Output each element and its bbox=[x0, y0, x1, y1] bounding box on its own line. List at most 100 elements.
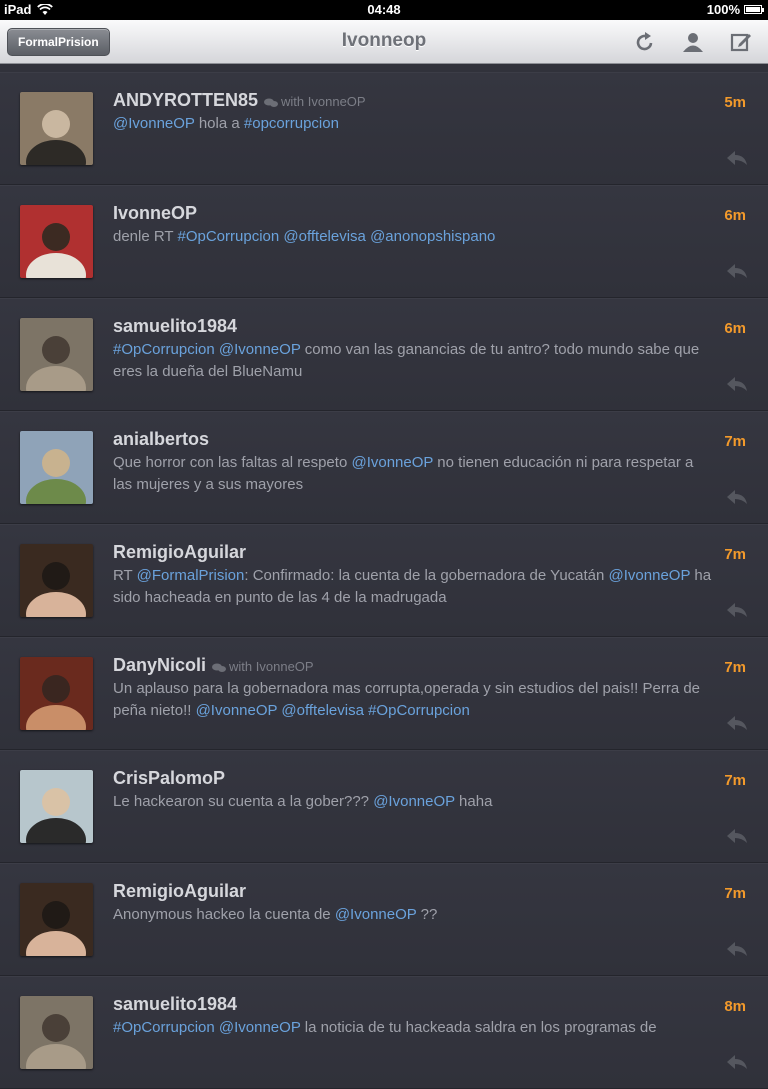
mention-link[interactable]: @IvonneOP bbox=[219, 341, 301, 358]
tweet-row[interactable]: ANDYROTTEN85 with IvonneOP 5m @IvonneOP h… bbox=[0, 72, 768, 185]
tweet-text: Que horror con las faltas al respeto @Iv… bbox=[113, 452, 713, 496]
tweet-timeline: ANDYROTTEN85 with IvonneOP 5m @IvonneOP h… bbox=[0, 72, 768, 1089]
conversation-label[interactable]: with IvonneOP bbox=[264, 94, 366, 109]
tweet-text-fragment: denle RT bbox=[113, 228, 178, 245]
mention-link[interactable]: @IvonneOP bbox=[219, 1019, 301, 1036]
username[interactable]: RemigioAguilar bbox=[113, 542, 246, 563]
timestamp: 7m bbox=[724, 885, 746, 902]
reply-icon[interactable] bbox=[726, 941, 748, 957]
mention-link[interactable]: #opcorrupcion bbox=[244, 115, 339, 132]
avatar[interactable] bbox=[20, 318, 93, 391]
reply-icon[interactable] bbox=[726, 150, 748, 166]
tweet-text: Anonymous hackeo la cuenta de @IvonneOP … bbox=[113, 904, 713, 926]
tweet-text-fragment: RT bbox=[113, 567, 137, 584]
navigation-bar: FormalPrision Ivonneop bbox=[0, 20, 768, 64]
timestamp: 7m bbox=[724, 546, 746, 563]
mention-link[interactable]: @IvonneOP bbox=[609, 567, 691, 584]
reply-icon[interactable] bbox=[726, 1054, 748, 1070]
conversation-icon bbox=[212, 663, 227, 672]
mention-link[interactable]: @IvonneOP bbox=[335, 906, 417, 923]
tweet-row[interactable]: IvonneOP 6m denle RT #OpCorrupcion @offt… bbox=[0, 185, 768, 298]
reply-icon[interactable] bbox=[726, 263, 748, 279]
timestamp: 8m bbox=[724, 998, 746, 1015]
tweet-text-fragment: Le hackearon su cuenta a la gober??? bbox=[113, 793, 374, 810]
tweet-row[interactable]: DanyNicoli with IvonneOP 7m Un aplauso pa… bbox=[0, 637, 768, 750]
tweet-text: denle RT #OpCorrupcion @offtelevisa @ano… bbox=[113, 226, 713, 248]
refresh-icon[interactable] bbox=[632, 30, 658, 54]
battery-icon bbox=[744, 5, 764, 14]
tweet-row[interactable]: CrisPalomoP 7m Le hackearon su cuenta a … bbox=[0, 750, 768, 863]
tweet-text-fragment: la noticia de tu hackeada saldra en los … bbox=[300, 1019, 657, 1036]
username[interactable]: anialbertos bbox=[113, 429, 209, 450]
reply-icon[interactable] bbox=[726, 828, 748, 844]
reply-icon[interactable] bbox=[726, 715, 748, 731]
tweet-row[interactable]: anialbertos 7m Que horror con las faltas… bbox=[0, 411, 768, 524]
avatar[interactable] bbox=[20, 544, 93, 617]
username[interactable]: samuelito1984 bbox=[113, 316, 237, 337]
avatar[interactable] bbox=[20, 92, 93, 165]
timestamp: 7m bbox=[724, 659, 746, 676]
avatar[interactable] bbox=[20, 431, 93, 504]
tweet-row[interactable]: samuelito1984 8m #OpCorrupcion @IvonneOP… bbox=[0, 976, 768, 1089]
status-bar: iPad 04:48 100% bbox=[0, 0, 768, 20]
avatar[interactable] bbox=[20, 883, 93, 956]
tweet-text-fragment: haha bbox=[454, 793, 493, 810]
tweet-text: RT @FormalPrision: Confirmado: la cuenta… bbox=[113, 565, 713, 609]
username[interactable]: samuelito1984 bbox=[113, 994, 237, 1015]
tweet-text-fragment: hola a bbox=[194, 115, 244, 132]
conversation-text: with IvonneOP bbox=[281, 94, 366, 109]
avatar[interactable] bbox=[20, 205, 93, 278]
mention-link[interactable]: @FormalPrision bbox=[137, 567, 245, 584]
mention-link[interactable]: @offtelevisa bbox=[283, 228, 366, 245]
username[interactable]: RemigioAguilar bbox=[113, 881, 246, 902]
mention-link[interactable]: @offtelevisa bbox=[281, 702, 364, 719]
username[interactable]: IvonneOP bbox=[113, 203, 197, 224]
username-text[interactable]: IvonneOP bbox=[113, 203, 197, 223]
mention-link[interactable]: @IvonneOP bbox=[196, 702, 278, 719]
username-text[interactable]: samuelito1984 bbox=[113, 994, 237, 1014]
username[interactable]: ANDYROTTEN85 with IvonneOP bbox=[113, 90, 366, 111]
conversation-label[interactable]: with IvonneOP bbox=[212, 659, 314, 674]
tweet-row[interactable]: RemigioAguilar 7m RT @FormalPrision: Con… bbox=[0, 524, 768, 637]
username-text[interactable]: ANDYROTTEN85 bbox=[113, 90, 258, 110]
tweet-text: Un aplauso para la gobernadora mas corru… bbox=[113, 678, 713, 722]
tweet-row[interactable]: samuelito1984 6m #OpCorrupcion @IvonneOP… bbox=[0, 298, 768, 411]
avatar[interactable] bbox=[20, 657, 93, 730]
reply-icon[interactable] bbox=[726, 376, 748, 392]
reply-icon[interactable] bbox=[726, 489, 748, 505]
tweet-text-fragment: Que horror con las faltas al respeto bbox=[113, 454, 352, 471]
mention-link[interactable]: #OpCorrupcion bbox=[113, 341, 215, 358]
tweet-text: @IvonneOP hola a #opcorrupcion bbox=[113, 113, 713, 135]
mention-link[interactable]: #OpCorrupcion bbox=[113, 1019, 215, 1036]
tweet-text: #OpCorrupcion @IvonneOP como van las gan… bbox=[113, 339, 713, 383]
username-text[interactable]: RemigioAguilar bbox=[113, 881, 246, 901]
username-text[interactable]: DanyNicoli bbox=[113, 655, 206, 675]
avatar[interactable] bbox=[20, 996, 93, 1069]
compose-icon[interactable] bbox=[728, 30, 754, 54]
tweet-text-fragment: : Confirmado: la cuenta de la gobernador… bbox=[244, 567, 609, 584]
mention-link[interactable]: #OpCorrupcion bbox=[368, 702, 470, 719]
username-text[interactable]: samuelito1984 bbox=[113, 316, 237, 336]
avatar[interactable] bbox=[20, 770, 93, 843]
profile-icon[interactable] bbox=[680, 30, 706, 54]
tweet-text-fragment: Anonymous hackeo la cuenta de bbox=[113, 906, 335, 923]
mention-link[interactable]: #OpCorrupcion bbox=[178, 228, 280, 245]
timestamp: 6m bbox=[724, 320, 746, 337]
timestamp: 7m bbox=[724, 433, 746, 450]
battery-percent: 100% bbox=[706, 2, 740, 17]
username[interactable]: DanyNicoli with IvonneOP bbox=[113, 655, 314, 676]
username-text[interactable]: RemigioAguilar bbox=[113, 542, 246, 562]
tweet-text-fragment: ?? bbox=[416, 906, 438, 923]
tweet-row[interactable]: RemigioAguilar 7m Anonymous hackeo la cu… bbox=[0, 863, 768, 976]
username-text[interactable]: anialbertos bbox=[113, 429, 209, 449]
mention-link[interactable]: @anonopshispano bbox=[370, 228, 495, 245]
username-text[interactable]: CrisPalomoP bbox=[113, 768, 225, 788]
timestamp: 6m bbox=[724, 207, 746, 224]
username[interactable]: CrisPalomoP bbox=[113, 768, 225, 789]
timestamp: 5m bbox=[724, 94, 746, 111]
mention-link[interactable]: @IvonneOP bbox=[373, 793, 455, 810]
conversation-icon bbox=[264, 98, 279, 107]
mention-link[interactable]: @IvonneOP bbox=[351, 454, 433, 471]
reply-icon[interactable] bbox=[726, 602, 748, 618]
mention-link[interactable]: @IvonneOP bbox=[113, 115, 195, 132]
